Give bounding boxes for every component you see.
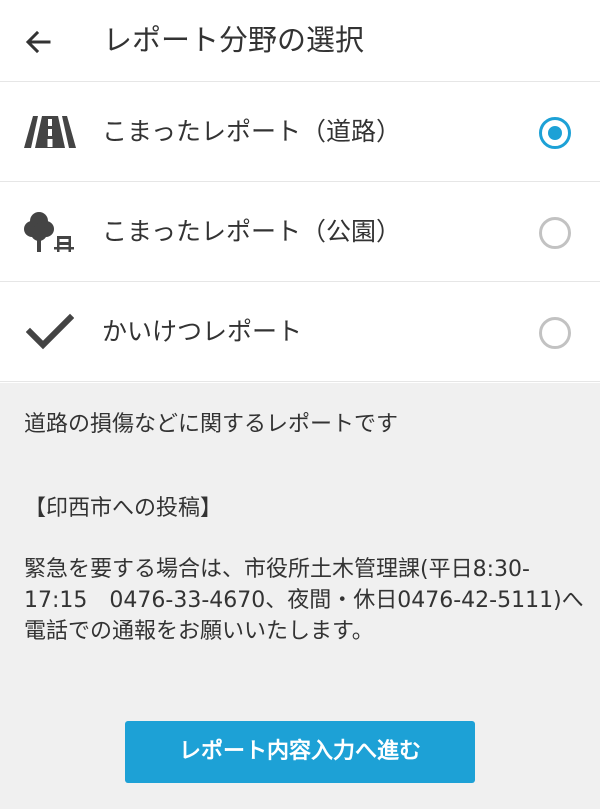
road-icon	[22, 104, 78, 160]
option-park-report[interactable]: こまったレポート（公園）	[0, 182, 600, 282]
description-summary: 道路の損傷などに関するレポートです	[24, 412, 399, 437]
park-tree-bench-icon	[22, 204, 78, 260]
description-panel: 道路の損傷などに関するレポートです 【印西市への投稿】 緊急を要する場合は、市役…	[0, 383, 600, 809]
radio-unselected[interactable]	[539, 217, 571, 249]
app-header: レポート分野の選択	[0, 0, 600, 82]
back-button[interactable]	[20, 24, 56, 60]
arrow-left-icon	[25, 30, 51, 54]
option-label: こまったレポート（公園）	[102, 217, 402, 246]
radio-selected[interactable]	[539, 117, 571, 149]
report-category-screen: レポート分野の選択 こまったレポート（道路） こまったレポート（公園） かいけつ…	[0, 0, 600, 809]
description-body: 緊急を要する場合は、市役所土木管理課(平日8:30-17:15 0476-33-…	[24, 557, 584, 644]
option-resolved-report[interactable]: かいけつレポート	[0, 282, 600, 382]
option-label: かいけつレポート	[102, 317, 303, 346]
option-road-report[interactable]: こまったレポート（道路）	[0, 82, 600, 182]
proceed-to-report-input-button[interactable]: レポート内容入力へ進む	[125, 721, 475, 783]
category-options: こまったレポート（道路） こまったレポート（公園） かいけつレポート	[0, 82, 600, 382]
radio-unselected[interactable]	[539, 317, 571, 349]
description-heading: 【印西市への投稿】	[24, 496, 223, 521]
option-label: こまったレポート（道路）	[102, 117, 402, 146]
checkmark-icon	[22, 304, 78, 360]
page-title: レポート分野の選択	[103, 23, 365, 57]
